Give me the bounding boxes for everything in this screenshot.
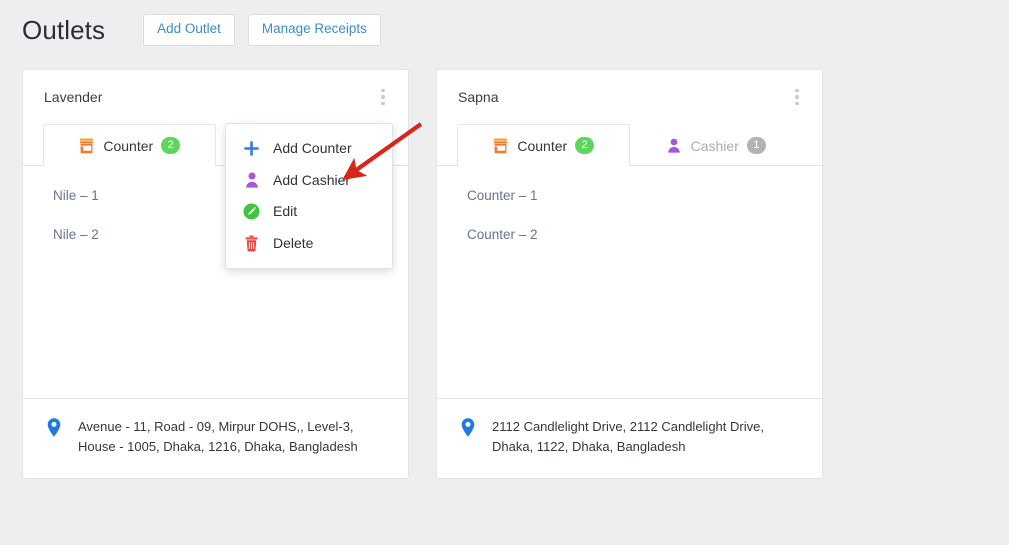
menu-item-edit[interactable]: Edit	[226, 196, 392, 228]
menu-item-label: Add Cashier	[273, 171, 351, 188]
menu-item-label: Delete	[273, 234, 314, 251]
card-menu-kebab-icon[interactable]	[372, 85, 394, 109]
tab-cashier[interactable]: Cashier 1	[630, 124, 803, 166]
outlet-context-menu: Add Counter Add Cashier Edit Delete	[225, 123, 393, 269]
tab-cashier-label: Cashier	[690, 137, 739, 154]
menu-item-label: Add Counter	[273, 140, 352, 156]
outlet-name: Sapna	[458, 89, 499, 105]
list-item[interactable]: Counter – 2	[467, 227, 802, 243]
tab-cashier-badge: 1	[746, 137, 766, 154]
card-address-footer: 2112 Candlelight Drive, 2112 Candlelight…	[437, 398, 822, 478]
outlets-page: Outlets Add Outlet Manage Receipts Laven…	[0, 0, 1009, 545]
menu-item-delete[interactable]: Delete	[226, 228, 392, 260]
add-outlet-button[interactable]: Add Outlet	[143, 14, 235, 46]
tab-counter-badge: 2	[575, 137, 595, 154]
tab-counter-label: Counter	[517, 137, 568, 154]
counter-list: Counter – 1 Counter – 2	[437, 166, 822, 398]
outlet-name: Lavender	[44, 89, 103, 105]
outlet-card-sapna: Sapna Counter 2 Cashier 1 Counter – 1 Co…	[436, 69, 823, 479]
manage-receipts-button[interactable]: Manage Receipts	[247, 14, 381, 46]
plus-icon	[243, 140, 260, 157]
card-tabs: Counter 2 Cashier 1	[437, 124, 822, 166]
menu-item-label: Edit	[273, 203, 298, 219]
card-address-footer: Avenue - 11, Road - 09, Mirpur DOHS,, Le…	[23, 398, 408, 478]
tab-counter-label: Counter	[103, 137, 154, 154]
tab-counter[interactable]: Counter 2	[457, 124, 630, 166]
edit-pencil-icon	[243, 203, 260, 220]
page-title: Outlets	[22, 14, 106, 45]
person-icon	[243, 172, 260, 189]
cashier-icon	[666, 137, 683, 154]
tab-counter[interactable]: Counter 2	[43, 124, 216, 166]
outlet-card-list: Lavender Counter 2 Nile – 1 Nile – 2 Ave…	[22, 69, 823, 479]
map-pin-icon	[459, 417, 477, 439]
card-header: Lavender	[23, 70, 408, 124]
list-item[interactable]: Counter – 1	[467, 188, 802, 204]
trash-icon	[243, 235, 260, 252]
counter-icon	[78, 137, 95, 154]
outlet-address: 2112 Candlelight Drive, 2112 Candlelight…	[492, 419, 764, 454]
outlet-address: Avenue - 11, Road - 09, Mirpur DOHS,, Le…	[78, 419, 358, 454]
page-header: Outlets Add Outlet Manage Receipts	[22, 14, 381, 46]
card-header: Sapna	[437, 70, 822, 124]
menu-item-add-counter[interactable]: Add Counter	[226, 133, 392, 165]
counter-icon	[492, 137, 509, 154]
card-menu-kebab-icon[interactable]	[786, 85, 808, 109]
map-pin-icon	[45, 417, 63, 439]
menu-item-add-cashier[interactable]: Add Cashier	[226, 165, 392, 197]
tab-counter-badge: 2	[161, 137, 181, 154]
